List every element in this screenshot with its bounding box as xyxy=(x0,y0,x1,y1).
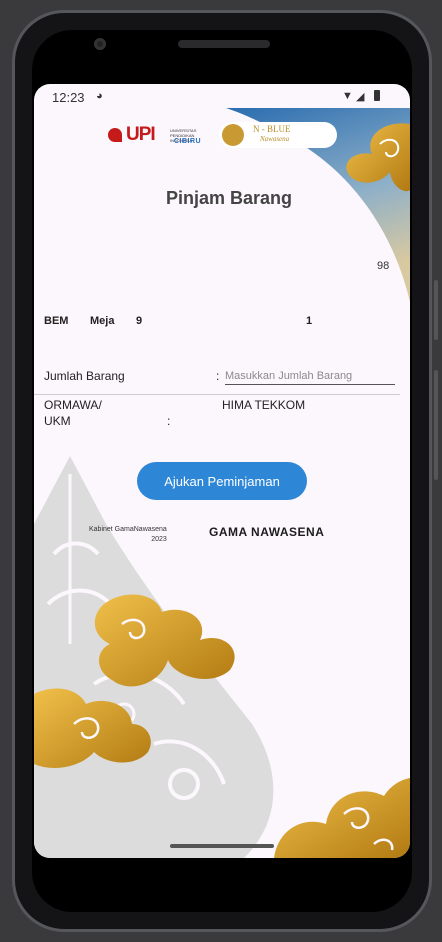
nblue-emblem-icon xyxy=(222,124,244,146)
home-indicator[interactable] xyxy=(170,844,274,848)
page-title: Pinjam Barang xyxy=(165,188,293,208)
item-counter: 98 xyxy=(377,260,390,272)
ormawa-label: ORMAWA/ xyxy=(44,398,102,412)
upi-logo: UPI xyxy=(126,124,156,145)
cibiru-logo: CIBIRU xyxy=(174,138,202,145)
item-qty: 1 xyxy=(306,315,313,327)
power-button xyxy=(434,370,438,480)
main-content: UPI UNIVERSITAS PENDIDIKAN INDONESIA CIB… xyxy=(34,84,410,858)
nawasena-logo-text: Nawasena xyxy=(260,135,290,143)
item-name: Meja xyxy=(90,315,115,327)
gama-nawasena-logo: GAMA NAWASENA xyxy=(209,525,325,539)
kabinet-line1: Kabinet GamaNawasena xyxy=(89,526,167,533)
kabinet-caption: Kabinet GamaNawasena 2023 xyxy=(89,525,167,545)
app-screen: 12:23 ◕ ▼ ◢ UPI UNIVERSITAS PENDIDIKAN I… xyxy=(34,84,410,858)
jumlah-colon: : xyxy=(216,369,220,383)
front-camera xyxy=(94,38,106,50)
tut-wuri-logo-icon xyxy=(108,128,122,142)
item-stock: 9 xyxy=(136,315,143,327)
ukm-label: UKM xyxy=(44,414,71,428)
volume-button xyxy=(434,280,438,340)
ormawa-colon: : xyxy=(167,414,171,428)
speaker-grille xyxy=(178,40,270,48)
jumlah-label: Jumlah Barang xyxy=(44,369,125,383)
ormawa-value: HIMA TEKKOM xyxy=(222,398,306,412)
ajukan-peminjaman-button[interactable]: Ajukan Peminjaman xyxy=(137,462,307,500)
kabinet-line2: 2023 xyxy=(151,536,167,543)
jumlah-barang-input[interactable] xyxy=(225,368,395,385)
form-divider xyxy=(34,394,400,395)
nblue-logo-text: N - BLUE xyxy=(253,124,291,134)
org-name: BEM xyxy=(44,315,69,327)
